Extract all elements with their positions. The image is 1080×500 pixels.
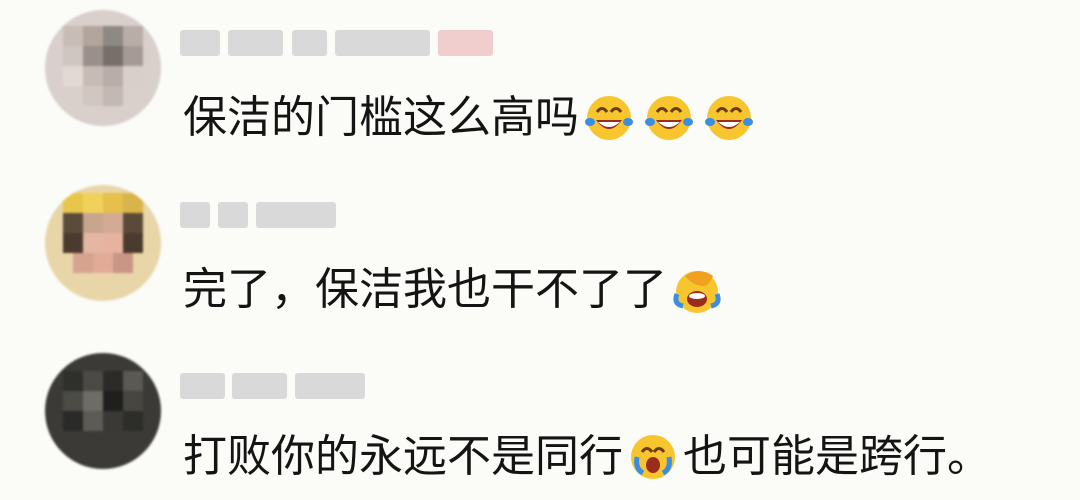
user-avatar-3[interactable] xyxy=(45,353,161,469)
comment-text-2: 完了，保洁我也干不了了 xyxy=(183,262,727,318)
comment-item-2: 完了，保洁我也干不了了 xyxy=(0,170,1080,330)
user-avatar-2[interactable] xyxy=(45,185,161,301)
facepalm-laugh-emoji-icon xyxy=(673,271,721,313)
user-avatar-1[interactable] xyxy=(45,10,161,126)
comment-item-3: 打败你的永远不是同行 也可能是跨行。 xyxy=(0,335,1080,495)
laughing-crying-emoji-icon xyxy=(645,96,693,140)
laughing-crying-emoji-icon xyxy=(585,96,633,140)
comment-text-1: 保洁的门槛这么高吗 xyxy=(183,90,759,146)
laughing-crying-emoji-icon xyxy=(705,96,753,140)
comment-item-1: 保洁的门槛这么高吗 xyxy=(0,0,1080,160)
comment-text-3: 打败你的永远不是同行 也可能是跨行。 xyxy=(183,431,991,482)
crying-emoji-icon xyxy=(631,435,675,479)
